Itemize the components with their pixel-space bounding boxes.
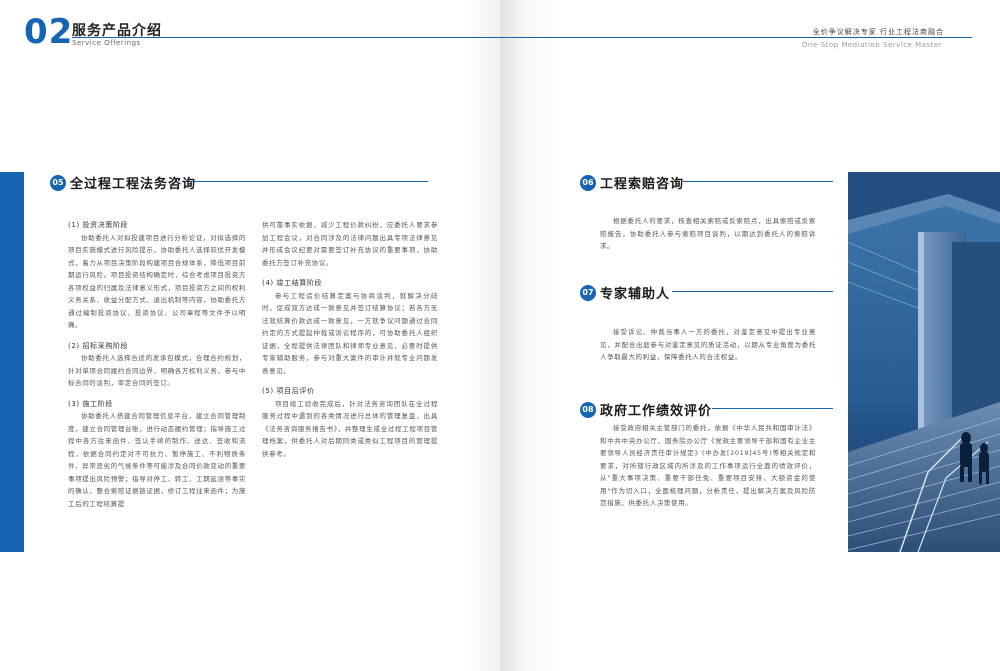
subsection-heading: (2) 招标采购阶段	[68, 341, 129, 350]
section-06-rule	[683, 181, 833, 182]
paragraph: 接受政府相关主管部门的委托，依据《中华人民共和国审计法》和中共中央办公厅、国务院…	[600, 424, 816, 507]
paragraph: 协助委托人选择合适的发承包模式，合理合约规划，针对单项合同履约合同边界，明确各方…	[68, 354, 246, 387]
section-08-title: 政府工作绩效评价	[600, 404, 713, 419]
left-page: 02 服务产品介绍 Service Offerings 05 全过程工程法务咨询…	[0, 0, 500, 671]
section-05-column-1: (1) 投资决策阶段 协助委托人对拟投建项目进行分析论证，对拟选择的项目实施模式…	[68, 219, 246, 510]
section-06-body: 根据委托人的要求，核查相关索赔或反索赔点，出具索赔或反索赔报告，协助委托人参与索…	[600, 215, 816, 253]
header-tagline-en: One-Stop Mediation Service Master	[801, 41, 942, 49]
section-08-badge: 08	[580, 401, 596, 418]
section-06-badge: 06	[580, 174, 596, 191]
section-05-rule	[190, 181, 428, 182]
section-08-rule	[712, 408, 833, 409]
section-07-badge: 07	[580, 284, 596, 301]
accent-bar	[0, 172, 24, 552]
paragraph: 根据委托人的要求，核查相关索赔或反索赔点，出具索赔或反索赔报告，协助委托人参与索…	[600, 217, 816, 250]
chapter-number: 02	[24, 12, 74, 52]
header-divider	[500, 37, 972, 38]
paragraph: 协助委托人搭建合同管理信息平台，建立合同管理制度，建立合同管理台账，进行动态履约…	[68, 412, 246, 508]
section-06-title: 工程索赔咨询	[600, 177, 685, 192]
subsection-heading: (5) 项目后评价	[262, 387, 315, 395]
section-05-heading: 05 全过程工程法务咨询	[50, 173, 196, 192]
right-page: 全价争议解决专家 行业工程法商融合 One-Stop Mediation Ser…	[500, 0, 1000, 671]
subsection-heading: (1) 投资决策阶段	[68, 221, 129, 229]
section-07-body: 接受诉讼、仲裁当事人一方的委托，对鉴定意见中提出专业意见，并配合出庭参与对鉴定意…	[600, 326, 816, 364]
photo-illustration	[848, 172, 1000, 552]
paragraph: 供可靠事实依据，减少工程价款纠纷，应委托人要求参加工程会议，对合同涉及的法律问题…	[262, 221, 438, 267]
section-08-heading: 08 政府工作绩效评价	[580, 400, 712, 419]
paragraph: 参与工程造价结算定案与协商谈判，就解决分歧时，促成双方达成一致意见并签订结算协议…	[262, 291, 438, 375]
architecture-photo	[848, 172, 1000, 552]
section-07-title: 专家辅助人	[600, 287, 671, 302]
paragraph: 项目竣工验收完成后，针对法务咨询团队在全过程服务过程中遇到的各类情况进行总体的管…	[262, 399, 438, 458]
section-05-column-2: 供可靠事实依据，减少工程价款纠纷，应委托人要求参加工程会议，对合同涉及的法律问题…	[262, 219, 438, 460]
section-07-rule	[672, 291, 833, 292]
header-divider	[72, 37, 500, 38]
section-05-badge: 05	[50, 174, 66, 191]
section-07-heading: 07 专家辅助人	[580, 283, 670, 302]
subsection-heading: (4) 竣工结算阶段	[262, 279, 323, 287]
section-06-heading: 06 工程索赔咨询	[580, 173, 684, 192]
subsection-heading: (3) 施工阶段	[68, 399, 113, 408]
header-tagline: 全价争议解决专家 行业工程法商融合	[812, 28, 944, 36]
paragraph: 协助委托人对拟投建项目进行分析论证，对拟选择的项目实施模式进行风险提示，协助委托…	[68, 233, 246, 330]
chapter-subtitle: Service Offerings	[72, 39, 141, 47]
section-08-body: 接受政府相关主管部门的委托，依据《中华人民共和国审计法》和中共中央办公厅、国务院…	[600, 422, 816, 510]
section-05-title: 全过程工程法务咨询	[70, 177, 197, 192]
paragraph: 接受诉讼、仲裁当事人一方的委托，对鉴定意见中提出专业意见，并配合出庭参与对鉴定意…	[600, 328, 816, 361]
